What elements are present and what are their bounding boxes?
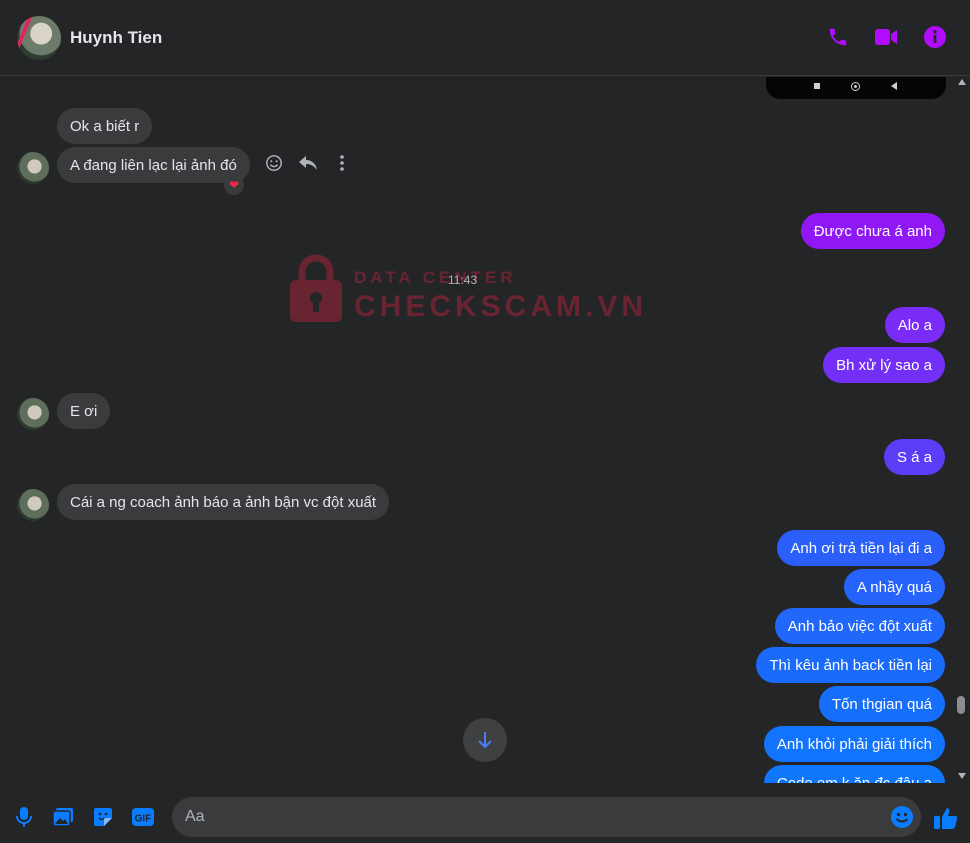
scroll-to-bottom-button[interactable] <box>463 718 507 762</box>
scrollbar[interactable] <box>954 77 970 783</box>
message-list[interactable]: DATA CENTER CHECKSCAM.VN Ok a biết r A đ… <box>0 77 954 783</box>
contact-avatar-small[interactable] <box>17 489 49 521</box>
contact-avatar-small[interactable] <box>17 398 49 430</box>
message-bubble-outgoing[interactable]: Tốn thgian quá <box>818 686 945 722</box>
message-actions <box>264 151 352 175</box>
contact-avatar[interactable] <box>17 16 61 60</box>
watermark-line2: CHECKSCAM.VN <box>354 290 648 323</box>
emoji-icon[interactable] <box>890 805 914 829</box>
more-icon[interactable] <box>332 153 352 173</box>
message-bubble-incoming[interactable]: A đang liên lạc lại ảnh đó <box>57 147 250 183</box>
contact-name[interactable]: Huynh Tien <box>70 28 162 48</box>
message-input[interactable] <box>172 797 921 837</box>
watermark-logo: DATA CENTER CHECKSCAM.VN <box>288 252 643 332</box>
watermark-line1: DATA CENTER <box>354 268 517 287</box>
image-icon[interactable] <box>51 805 75 829</box>
scrollbar-thumb[interactable] <box>957 696 965 714</box>
attached-screenshot-image[interactable] <box>766 77 946 99</box>
lock-icon <box>290 254 342 322</box>
message-composer: GIF <box>0 783 970 843</box>
message-bubble-outgoing[interactable]: A nhầy quá <box>843 569 945 605</box>
video-camera-icon[interactable] <box>874 25 898 49</box>
chat-header: Huynh Tien <box>0 0 970 76</box>
scroll-up-arrow-icon[interactable] <box>958 79 966 85</box>
microphone-icon[interactable] <box>12 805 36 829</box>
message-bubble-outgoing[interactable]: Anh ơi trả tiền lại đi a <box>777 530 945 566</box>
message-bubble-outgoing[interactable]: Bh xử lý sao a <box>823 347 945 383</box>
message-bubble-incoming[interactable]: Ok a biết r <box>57 108 153 144</box>
message-bubble-incoming[interactable]: Cái a ng coach ảnh báo a ảnh bận vc đột … <box>57 484 390 520</box>
svg-text:GIF: GIF <box>135 814 152 825</box>
scroll-down-arrow-icon[interactable] <box>958 773 966 779</box>
arrow-down-icon <box>478 732 492 749</box>
message-bubble-outgoing[interactable]: Anh khỏi phải giải thích <box>763 726 945 762</box>
reply-icon[interactable] <box>298 153 318 173</box>
message-bubble-outgoing[interactable]: S á a <box>883 439 945 475</box>
smile-icon[interactable] <box>264 153 284 173</box>
timestamp: 11:43 <box>448 273 478 287</box>
heart-reaction-icon[interactable]: ❤ <box>224 175 244 195</box>
message-bubble-outgoing[interactable]: Anh bảo việc đột xuất <box>774 608 945 644</box>
message-bubble-outgoing[interactable]: Alo a <box>884 307 945 343</box>
contact-avatar-small[interactable] <box>17 152 49 184</box>
phone-icon[interactable] <box>826 25 850 49</box>
thumbs-up-icon[interactable] <box>933 805 959 831</box>
info-icon[interactable] <box>923 25 947 49</box>
message-bubble-outgoing[interactable]: Code em k ăn đc đâu a <box>763 765 945 783</box>
gif-icon[interactable]: GIF <box>131 805 155 829</box>
message-bubble-outgoing[interactable]: Được chưa á anh <box>800 213 945 249</box>
message-bubble-incoming[interactable]: E ơi <box>57 393 111 429</box>
message-bubble-outgoing[interactable]: Thì kêu ảnh back tiền lại <box>756 647 945 683</box>
sticker-icon[interactable] <box>91 805 115 829</box>
